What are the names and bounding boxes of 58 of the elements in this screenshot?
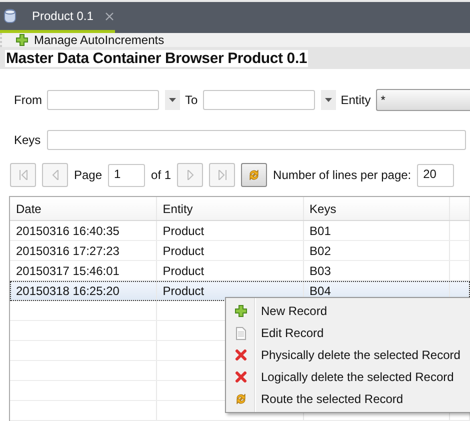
table-cell: 20150316 17:27:23 [16, 244, 120, 258]
caret-icon [169, 98, 176, 102]
keys-field[interactable] [46, 130, 466, 150]
table-cell: B01 [310, 224, 331, 238]
lines-per-page-field[interactable]: 20 [417, 164, 454, 186]
next-page-button[interactable] [177, 163, 204, 187]
page-label: Page [74, 168, 102, 182]
entity-dropdown[interactable]: * [376, 89, 470, 111]
table-cell: 20150316 16:40:35 [16, 224, 120, 238]
menu-item[interactable]: New Record [226, 300, 470, 322]
menu-item[interactable]: Route the selected Record [226, 388, 470, 410]
from-field[interactable] [47, 90, 159, 110]
refresh-button[interactable] [241, 163, 268, 187]
keys-label: Keys [14, 133, 41, 147]
table-row[interactable]: 20150316 17:27:23 Product B02 [10, 241, 470, 261]
table-cell: 20150317 15:46:01 [16, 264, 120, 278]
table-cell: 20150318 16:25:20 [16, 284, 120, 298]
previous-page-button[interactable] [42, 163, 68, 187]
entity-label: Entity [340, 93, 371, 107]
delete-icon [234, 371, 246, 383]
dropdown-button[interactable] [165, 90, 180, 110]
last-page-button[interactable] [209, 163, 236, 187]
menu-item[interactable]: Logically delete the selected Record [226, 366, 470, 388]
plus-icon [16, 34, 28, 46]
database-icon [4, 9, 16, 23]
plus-icon [234, 305, 246, 317]
caret-icon [324, 98, 332, 102]
table-cell: B03 [310, 264, 331, 278]
table-cell: Product [162, 244, 204, 258]
route-icon [234, 392, 248, 406]
column-header[interactable]: Date [10, 197, 157, 220]
close-icon[interactable] [105, 12, 114, 20]
first-page-button[interactable] [10, 163, 36, 187]
table-cell: B04 [310, 284, 331, 298]
lines-per-page-label: Number of lines per page: [273, 168, 412, 182]
next-icon [186, 170, 194, 180]
first-icon [18, 170, 28, 180]
column-header[interactable]: Entity [156, 197, 304, 220]
page-field[interactable]: 1 [108, 164, 146, 186]
menu-item[interactable]: Physically delete the selected Record [226, 344, 470, 366]
delete-icon [234, 349, 246, 361]
refresh-icon [247, 168, 262, 182]
to-field[interactable] [202, 90, 315, 110]
menu-item[interactable]: Edit Record [226, 322, 470, 344]
document-icon [236, 326, 246, 340]
table-cell: Product [162, 284, 204, 298]
to-label: To [185, 93, 198, 107]
page-count: of 1 [151, 168, 172, 182]
page-title: Master Data Container Browser Product 0.1 [5, 50, 308, 67]
column-header[interactable]: Keys [304, 197, 450, 220]
dropdown-button[interactable] [320, 90, 336, 110]
from-label: From [14, 93, 42, 107]
table-row[interactable]: 20150316 16:40:35 Product B01 [10, 221, 470, 241]
table-cell: B02 [310, 244, 331, 258]
table-cell: Product [162, 224, 204, 238]
previous-icon [52, 170, 58, 180]
table-cell: Product [162, 264, 204, 278]
last-icon [218, 170, 227, 180]
